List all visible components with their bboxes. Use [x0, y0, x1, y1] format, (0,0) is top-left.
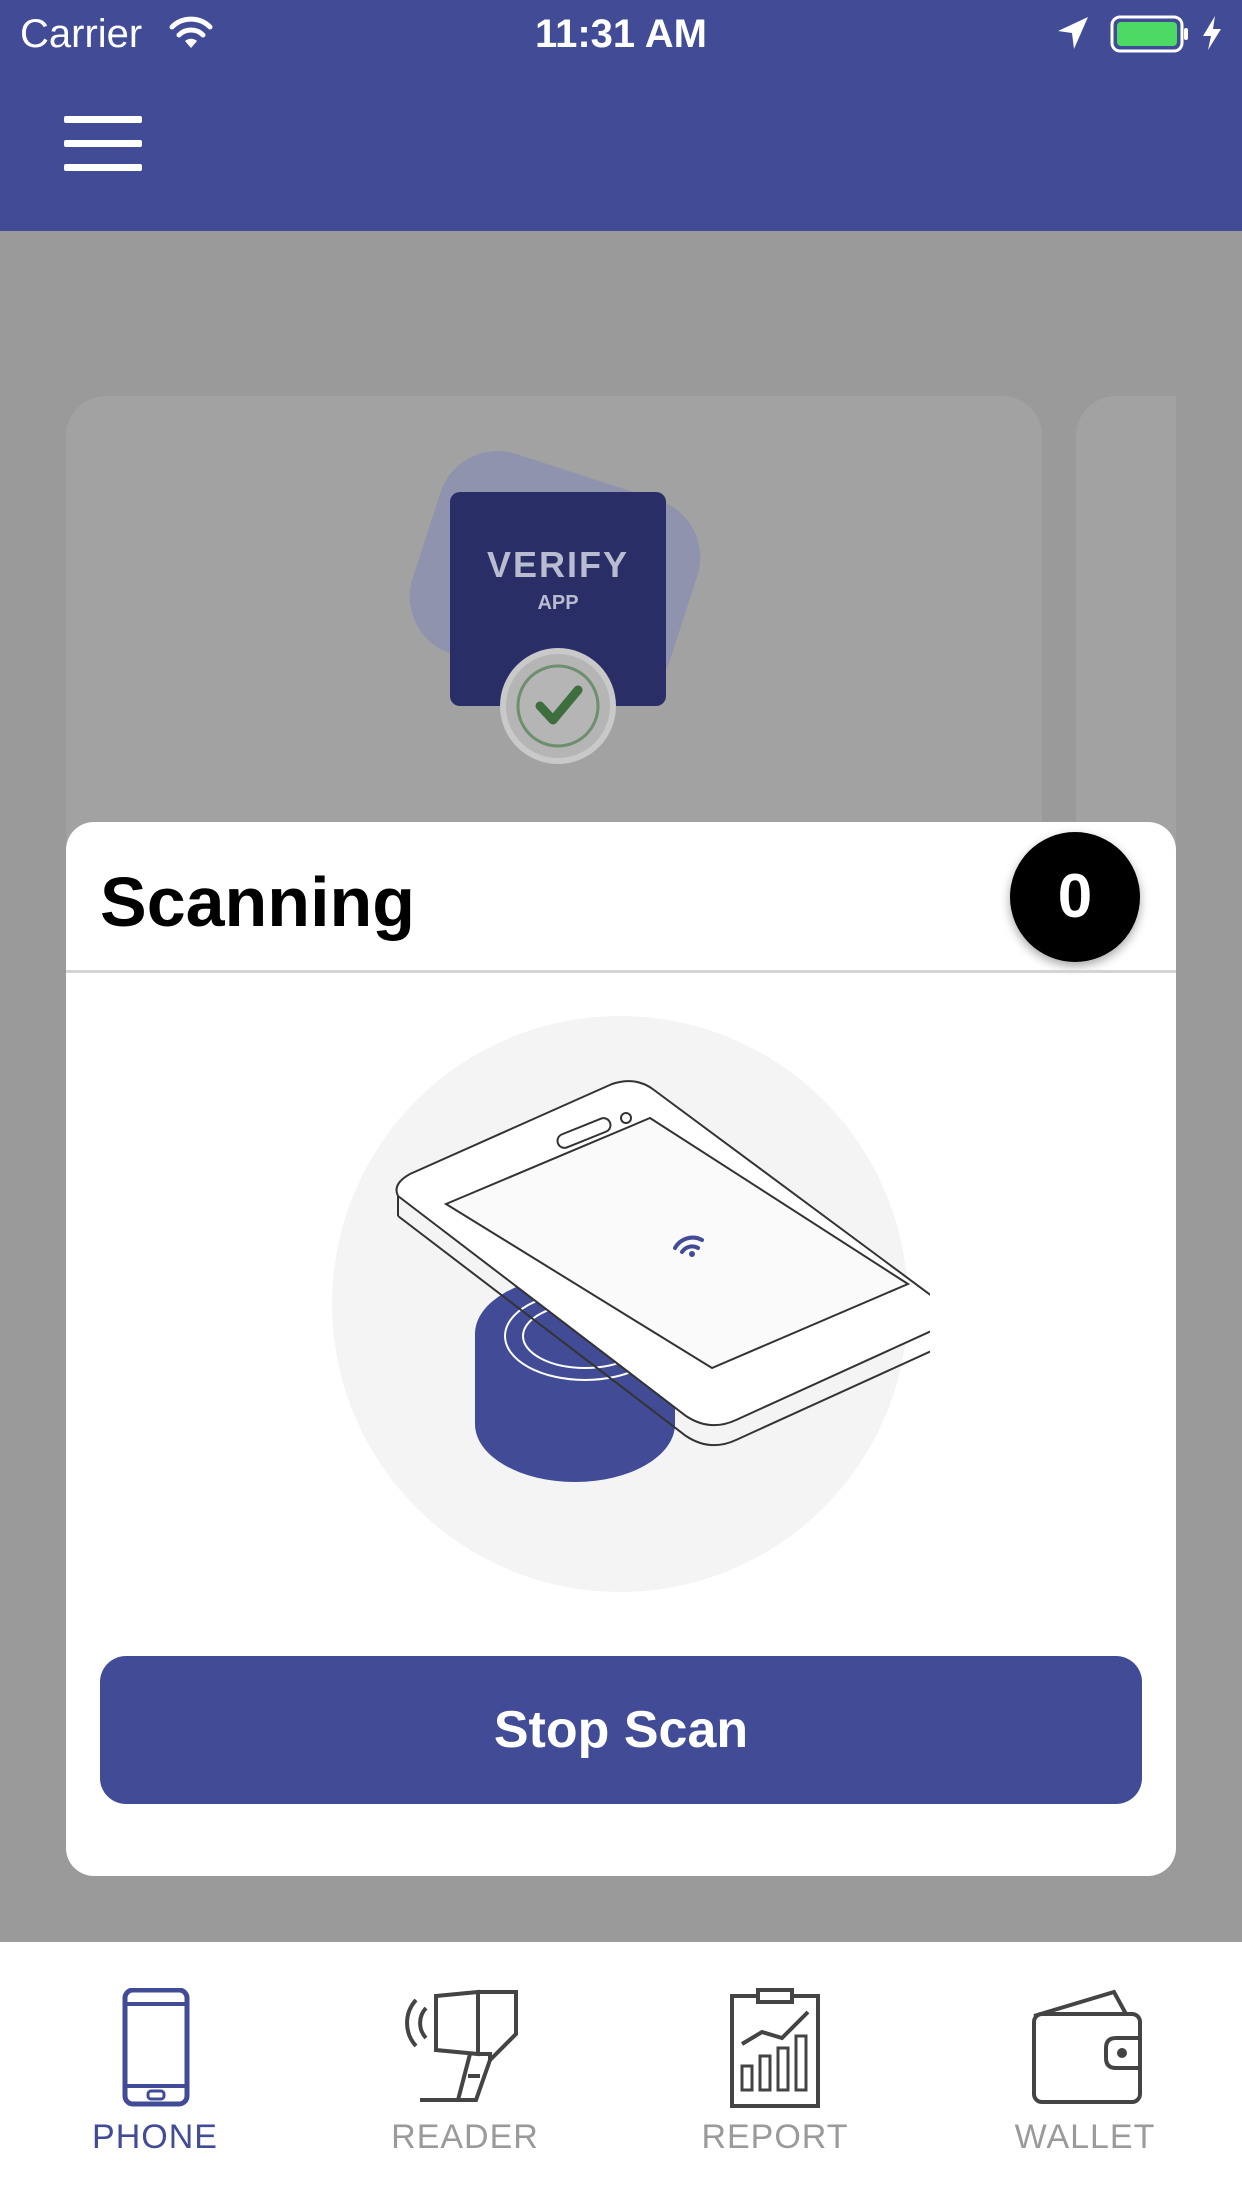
tab-label: REPORT: [701, 2118, 849, 2156]
reader-icon: [405, 1989, 518, 2102]
report-icon: [730, 1988, 820, 2108]
top-nav-bar: Carrier 11:31 AM: [0, 0, 1242, 231]
tab-report[interactable]: REPORT: [620, 1942, 930, 2208]
nfc-scan-illustration: [332, 1016, 930, 1592]
scanning-dialog: Scanning 0 Stop Scan: [66, 822, 1176, 1876]
verify-app-logo: VERIFY APP: [394, 435, 716, 764]
phone-icon: [122, 1988, 190, 2107]
logo-title: VERIFY: [486, 544, 630, 585]
menu-button[interactable]: [64, 116, 142, 172]
dialog-title: Scanning: [100, 863, 416, 941]
dialog-divider: [66, 970, 1176, 973]
stop-scan-button[interactable]: Stop Scan: [100, 1656, 1142, 1804]
tab-label: WALLET: [1014, 2118, 1156, 2156]
status-bar: Carrier 11:31 AM: [0, 0, 1242, 66]
wallet-icon: [1032, 1989, 1142, 2104]
logo-subtitle: APP: [537, 592, 579, 614]
tab-phone[interactable]: PHONE: [0, 1942, 310, 2208]
tab-label: PHONE: [92, 2118, 218, 2156]
menu-line: [64, 116, 142, 123]
menu-line: [64, 164, 142, 171]
bottom-tab-bar: PHONE READER REPORT WALLET: [0, 1942, 1242, 2208]
location-arrow-icon: [1058, 17, 1088, 49]
tab-wallet[interactable]: WALLET: [930, 1942, 1240, 2208]
menu-line: [64, 140, 142, 147]
scan-count-badge: 0: [1010, 832, 1140, 962]
charging-bolt-icon: [1203, 16, 1221, 50]
tab-reader[interactable]: READER: [310, 1942, 620, 2208]
tab-label: READER: [391, 2118, 539, 2156]
verified-seal-icon: [500, 648, 616, 764]
battery-icon: [1110, 15, 1188, 53]
